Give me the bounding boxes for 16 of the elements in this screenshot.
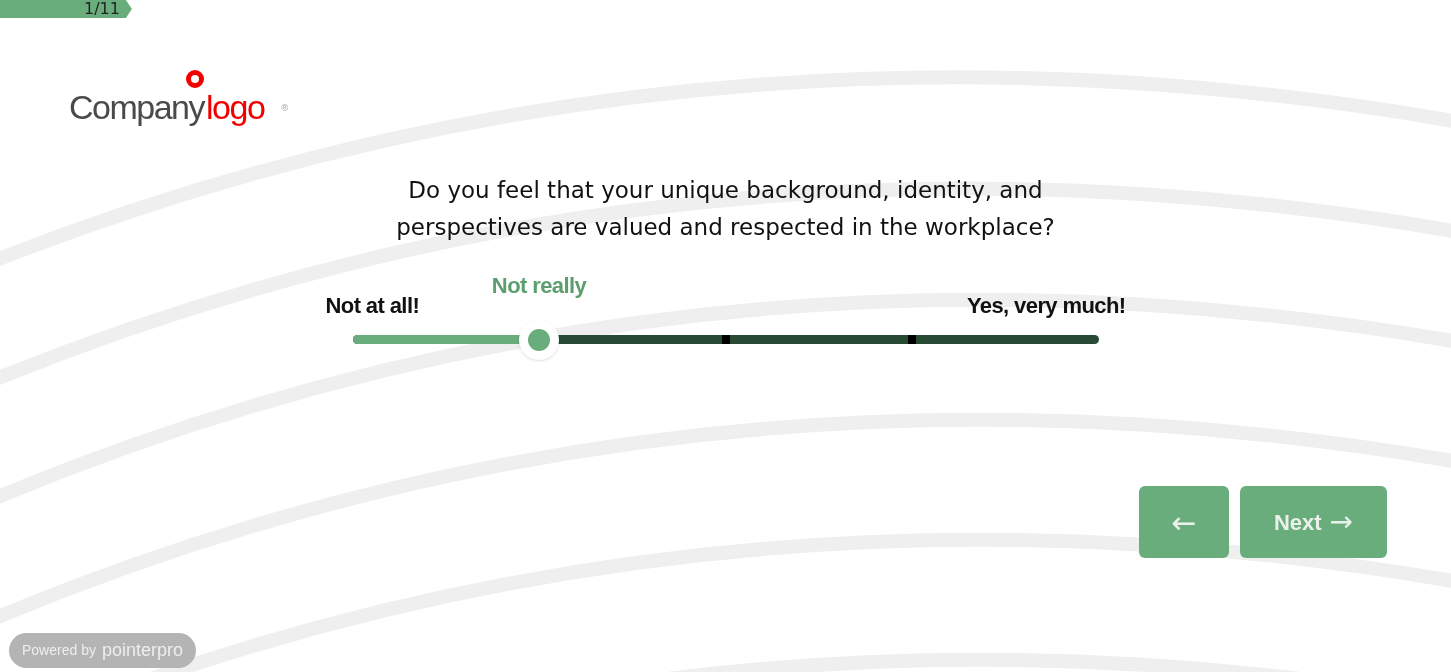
registered-mark: ® xyxy=(280,102,290,115)
back-button[interactable]: ← xyxy=(1139,486,1229,558)
progress-label: 1/11 xyxy=(83,1,120,17)
tick-mark xyxy=(721,335,730,344)
brand-name: pointerpro xyxy=(101,639,183,662)
tick-mark xyxy=(908,335,916,344)
next-button[interactable]: Next → xyxy=(1240,486,1387,558)
powered-by-badge[interactable]: Powered by pointerpro xyxy=(9,633,196,668)
slider-track[interactable] xyxy=(352,335,1099,344)
min-label: Not at all! xyxy=(325,295,420,318)
arrow-right-icon: → xyxy=(1329,501,1354,543)
max-label: Yes, very much! xyxy=(966,295,1126,318)
company-logo: Companylogo xyxy=(69,70,265,124)
question-text: Do you feel that your unique background, identity, and perspectives are valued and respected in the workplace? xyxy=(395,176,1056,242)
slider-thumb[interactable] xyxy=(519,320,559,360)
powered-by-text: Powered by xyxy=(22,641,96,660)
